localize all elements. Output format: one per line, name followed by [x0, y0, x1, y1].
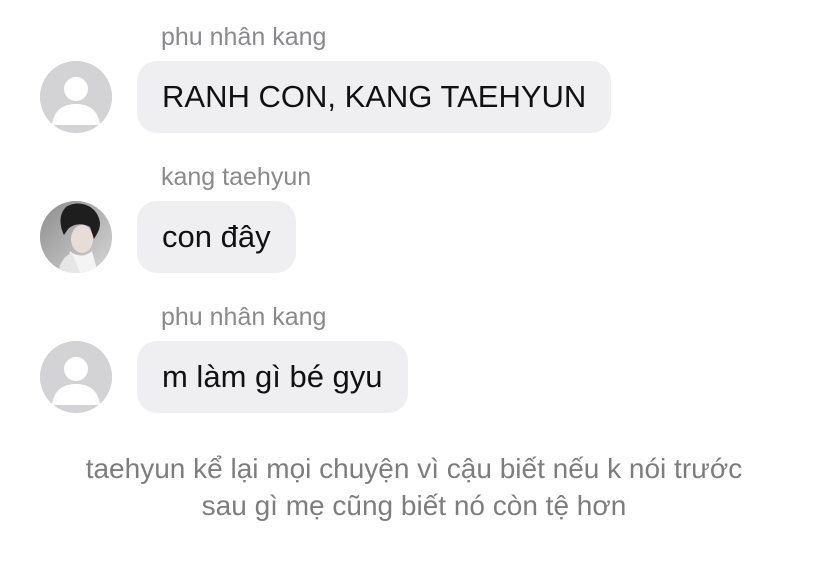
message-bubble[interactable]: m làm gì bé gyu [137, 341, 408, 413]
message-bubble[interactable]: RANH CON, KANG TAEHYUN [137, 61, 612, 133]
message-bubble[interactable]: con đây [137, 201, 296, 273]
sender-name: kang taehyun [161, 163, 312, 191]
narration-text: taehyun kể lại mọi chuyện vì cậu biết nế… [85, 453, 743, 521]
default-user-icon[interactable] [40, 61, 112, 133]
sender-name: phu nhân kang [161, 23, 327, 51]
default-user-icon[interactable] [40, 341, 112, 413]
profile-photo-avatar[interactable] [40, 201, 112, 273]
sender-name: phu nhân kang [161, 303, 327, 331]
